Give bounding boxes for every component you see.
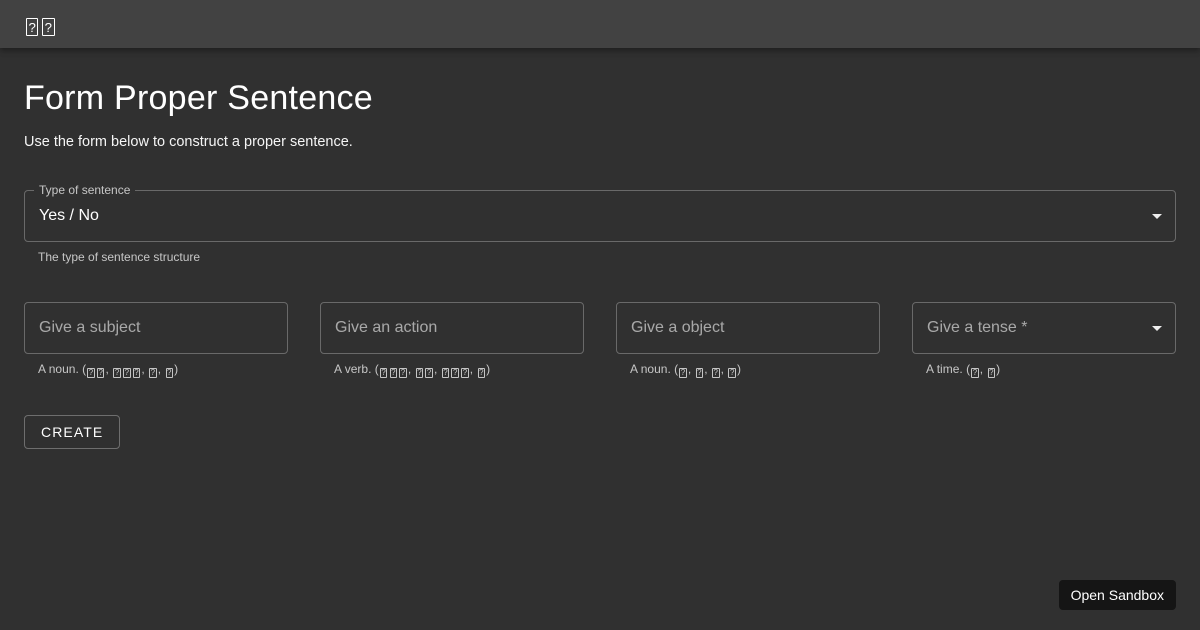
object-helper: A noun. (?, ?, ?, ?) bbox=[630, 362, 866, 378]
missing-glyph-box: ? bbox=[133, 368, 141, 379]
missing-glyph-box: ? bbox=[26, 18, 39, 36]
missing-glyph-box: ? bbox=[451, 368, 459, 379]
missing-glyph-box: ? bbox=[679, 368, 687, 379]
object-input-box bbox=[616, 302, 880, 354]
missing-glyph-box: ? bbox=[461, 368, 469, 379]
tense-field-group: Give a tense * A time. (?, ?) bbox=[912, 302, 1176, 378]
missing-glyph-box: ? bbox=[442, 368, 450, 379]
page-subtitle: Use the form below to construct a proper… bbox=[24, 132, 1176, 152]
missing-glyph-box: ? bbox=[42, 18, 55, 36]
missing-glyph-box: ? bbox=[87, 368, 95, 379]
type-of-sentence-select[interactable]: Type of sentence Yes / No bbox=[24, 190, 1176, 242]
missing-glyph-box: ? bbox=[390, 368, 398, 379]
tense-select[interactable]: Give a tense * bbox=[912, 302, 1176, 354]
missing-glyph-box: ? bbox=[425, 368, 433, 379]
page-title: Form Proper Sentence bbox=[24, 78, 1176, 118]
missing-glyph-box: ? bbox=[696, 368, 704, 379]
type-of-sentence-value: Yes / No bbox=[25, 207, 113, 225]
action-field-group: A verb. (???, ??, ???, ?) bbox=[320, 302, 584, 378]
app-bar: ?? bbox=[0, 0, 1200, 48]
missing-glyph-box: ? bbox=[712, 368, 720, 379]
tense-helper: A time. (?, ?) bbox=[926, 362, 1162, 378]
open-sandbox-button[interactable]: Open Sandbox bbox=[1059, 580, 1176, 610]
missing-glyph-box: ? bbox=[149, 368, 157, 379]
app-bar-brand: ?? bbox=[24, 12, 56, 36]
object-field-group: A noun. (?, ?, ?, ?) bbox=[616, 302, 880, 378]
sentence-fields-row: A noun. (??, ???, ?, ?) A verb. (???, ??… bbox=[24, 302, 1176, 378]
missing-glyph-box: ? bbox=[399, 368, 407, 379]
subject-field-group: A noun. (??, ???, ?, ?) bbox=[24, 302, 288, 378]
arrow-drop-down-icon bbox=[1152, 326, 1162, 331]
object-input[interactable] bbox=[617, 303, 879, 353]
missing-glyph-box: ? bbox=[988, 368, 996, 379]
missing-glyph-box: ? bbox=[478, 368, 486, 379]
type-of-sentence-helper: The type of sentence structure bbox=[38, 250, 1162, 265]
action-input-box bbox=[320, 302, 584, 354]
create-button[interactable]: CREATE bbox=[24, 415, 120, 449]
tense-select-placeholder: Give a tense * bbox=[913, 319, 1042, 337]
arrow-drop-down-icon bbox=[1152, 214, 1162, 219]
type-of-sentence-group: Type of sentence Yes / No The type of se… bbox=[24, 190, 1176, 265]
missing-glyph-box: ? bbox=[728, 368, 736, 379]
missing-glyph-box: ? bbox=[97, 368, 105, 379]
subject-input[interactable] bbox=[25, 303, 287, 353]
subject-helper: A noun. (??, ???, ?, ?) bbox=[38, 362, 274, 378]
missing-glyph-box: ? bbox=[166, 368, 174, 379]
missing-glyph-box: ? bbox=[416, 368, 424, 379]
missing-glyph-box: ? bbox=[123, 368, 131, 379]
type-of-sentence-label: Type of sentence bbox=[34, 183, 135, 199]
missing-glyph-box: ? bbox=[113, 368, 121, 379]
missing-glyph-box: ? bbox=[971, 368, 979, 379]
missing-glyph-box: ? bbox=[380, 368, 388, 379]
main-content: Form Proper Sentence Use the form below … bbox=[0, 78, 1200, 449]
action-helper: A verb. (???, ??, ???, ?) bbox=[334, 362, 570, 378]
action-input[interactable] bbox=[321, 303, 583, 353]
subject-input-box bbox=[24, 302, 288, 354]
